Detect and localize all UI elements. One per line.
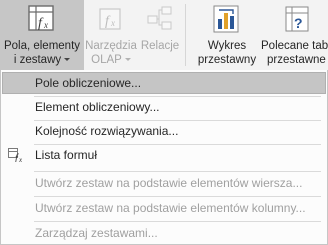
fx-table-icon: f x — [28, 5, 54, 31]
menu-item-solve-order[interactable]: Kolejność rozwiązywania... — [2, 120, 326, 142]
relationships-icon — [147, 6, 172, 30]
menu-item-label: Pole obliczeniowe... — [35, 76, 142, 90]
chevron-down-icon — [64, 58, 71, 62]
pivotchart-icon — [213, 5, 239, 33]
relationships-label: Relacje — [140, 40, 180, 52]
dropdown-menu: Pole obliczeniowe... Element obliczeniow… — [0, 70, 328, 245]
olap-tools-button[interactable]: f x Narzędzia OLAP — [84, 0, 138, 70]
pivotchart-label-1: Wykres — [207, 40, 247, 52]
fields-items-sets-label-1: Pola, elementy — [3, 40, 81, 52]
menu-item-label: Utwórz zestaw na podstawie elementów wie… — [35, 176, 303, 190]
menu-item-create-set-columns[interactable]: Utwórz zestaw na podstawie elementów kol… — [2, 197, 326, 219]
menu-item-label: Lista formuł — [35, 148, 98, 162]
recommended-pivottables-icon: ? — [285, 6, 309, 32]
ribbon-group-calculations: f x Pola, elementy i zestawy f x Narzędz… — [0, 0, 328, 70]
fields-items-sets-button[interactable]: f x Pola, elementy i zestawy — [0, 0, 84, 70]
menu-item-calculated-field[interactable]: Pole obliczeniowe... — [2, 72, 326, 94]
relationships-button[interactable]: Relacje — [138, 0, 182, 70]
menu-item-label: Utwórz zestaw na podstawie elementów kol… — [35, 201, 306, 215]
olap-tools-label-1: Narzędzia — [85, 40, 137, 52]
svg-text:?: ? — [294, 15, 303, 31]
fields-items-sets-label-2: i zestawy — [0, 53, 84, 67]
chevron-down-icon — [124, 58, 131, 62]
svg-text:x: x — [18, 156, 23, 162]
recommended-pivottables-button[interactable]: ? Polecane tabe przestawne — [259, 0, 328, 70]
formula-list-icon: f x — [8, 148, 23, 162]
menu-item-label: Element obliczeniowy... — [35, 100, 160, 114]
svg-text:x: x — [110, 18, 115, 28]
recommended-label-1: Polecane tabe — [261, 40, 328, 52]
pivotchart-label-2: przestawny — [197, 54, 257, 66]
menu-item-label: Zarządzaj zestawami... — [35, 226, 158, 240]
olap-fx-icon: f x — [99, 8, 121, 30]
menu-item-create-set-rows[interactable]: Utwórz zestaw na podstawie elementów wie… — [2, 172, 326, 194]
menu-item-manage-sets[interactable]: Zarządzaj zestawami... — [2, 222, 326, 244]
svg-text:x: x — [43, 20, 48, 30]
ribbon-separator — [185, 4, 186, 66]
pivotchart-button[interactable]: Wykres przestawny — [195, 0, 259, 70]
menu-item-label: Kolejność rozwiązywania... — [35, 124, 179, 138]
menu-item-list-formulas[interactable]: f x Lista formuł — [2, 144, 326, 166]
menu-item-calculated-item[interactable]: Element obliczeniowy... — [2, 96, 326, 118]
recommended-label-2: przestawne — [267, 54, 326, 66]
olap-tools-label-2: OLAP — [84, 53, 138, 67]
